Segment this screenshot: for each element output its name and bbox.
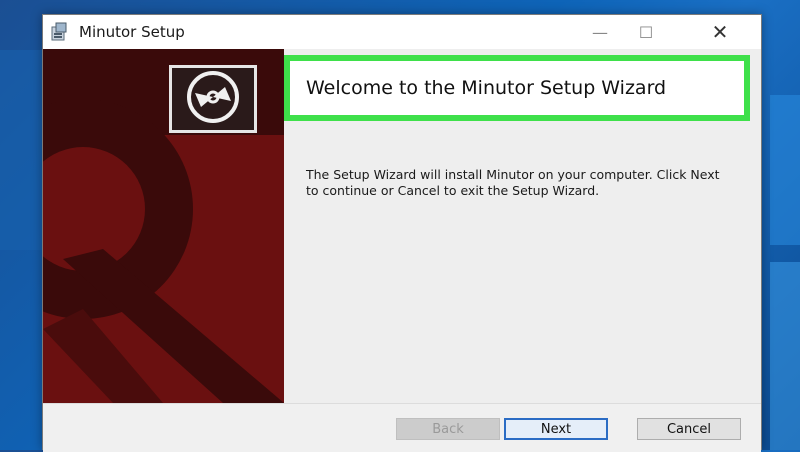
installer-icon	[49, 21, 71, 43]
disc-icon	[183, 67, 243, 131]
button-bar: Back Next Cancel	[43, 403, 761, 452]
title-bar[interactable]: Minutor Setup — ☐ ✕	[43, 15, 761, 49]
disc-logo	[169, 65, 257, 133]
wizard-content: Welcome to the Minutor Setup Wizard The …	[43, 49, 761, 403]
wizard-banner	[43, 49, 284, 403]
back-button[interactable]: Back	[396, 418, 500, 440]
cancel-button[interactable]: Cancel	[637, 418, 741, 440]
desktop-background-pane	[0, 50, 42, 250]
wizard-description: The Setup Wizard will install Minutor on…	[306, 167, 720, 198]
wizard-heading: Welcome to the Minutor Setup Wizard	[306, 77, 667, 99]
maximize-button[interactable]: ☐	[623, 15, 669, 49]
close-button[interactable]: ✕	[691, 15, 749, 49]
desktop-background-pane	[770, 262, 800, 450]
next-button[interactable]: Next	[504, 418, 608, 440]
heading-highlight: Welcome to the Minutor Setup Wizard	[284, 55, 750, 121]
minimize-button[interactable]: —	[577, 15, 623, 49]
window-title: Minutor Setup	[79, 23, 185, 41]
welcome-panel: Welcome to the Minutor Setup Wizard The …	[284, 49, 761, 403]
desktop-background-pane	[770, 95, 800, 245]
setup-window: Minutor Setup — ☐ ✕ Welcome to the Minut…	[42, 14, 762, 452]
